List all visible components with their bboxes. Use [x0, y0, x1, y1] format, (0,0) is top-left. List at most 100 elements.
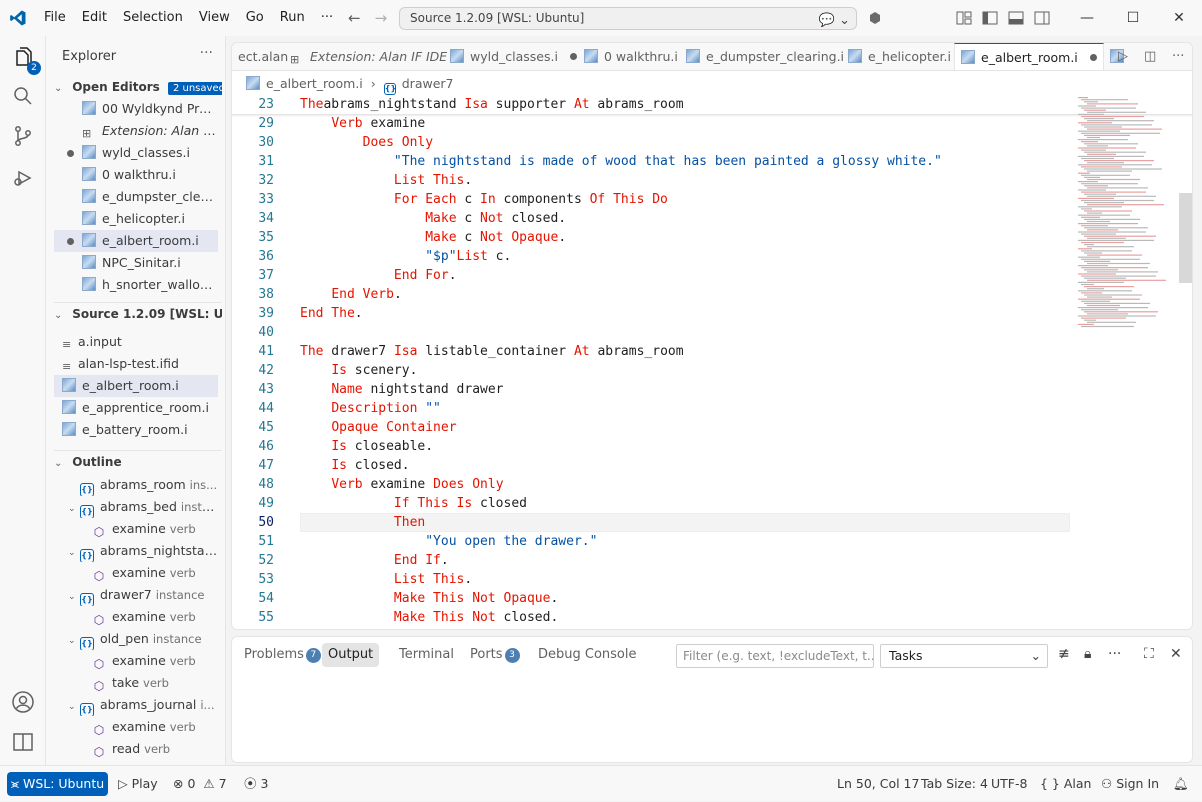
- outline-item[interactable]: ⌄ {} drawer7 instance: [54, 584, 218, 606]
- open-editor-item[interactable]: 0 walkthru.i: [54, 164, 218, 186]
- close-window-icon[interactable]: ✕: [1156, 0, 1202, 36]
- minimap-line: [1078, 231, 1146, 233]
- outline-item[interactable]: ⬡ examine verb: [54, 650, 218, 672]
- command-center[interactable]: Source 1.2.09 [WSL: Ubuntu] 💬 ⌄: [399, 7, 857, 30]
- minimap-line: [1084, 294, 1142, 296]
- run-icon[interactable]: ▷: [1118, 49, 1128, 64]
- output-channel-select[interactable]: Tasks ⌄: [880, 644, 1048, 668]
- lock-scroll-icon[interactable]: 🔒︎: [1084, 646, 1091, 662]
- editor-tab[interactable]: ⊞ Extension: Alan IF IDE: [284, 43, 447, 70]
- accounts-icon[interactable]: [9, 688, 37, 716]
- outline-item[interactable]: ⌄ {} abrams_journal i...: [54, 694, 218, 716]
- open-editors-header[interactable]: ⌄ Open Editors 2 unsaved: [54, 76, 222, 98]
- toggle-panel-icon[interactable]: [1008, 11, 1024, 25]
- maximize-icon[interactable]: ☐: [1110, 0, 1156, 36]
- menu-item[interactable]: Run: [272, 0, 313, 36]
- outline-item[interactable]: ⌄ {} abrams_nightstan...: [54, 540, 218, 562]
- remote-indicator[interactable]: ⪤ WSL: Ubuntu: [7, 772, 108, 796]
- source-control-icon[interactable]: [9, 122, 37, 150]
- toggle-secondary-sidebar-icon[interactable]: [1034, 11, 1050, 25]
- accounts-shield-icon[interactable]: [868, 11, 882, 25]
- language-mode[interactable]: { } Alan: [1040, 766, 1091, 802]
- file-tree-item[interactable]: ≡ a.input: [54, 331, 218, 353]
- output-filter-input[interactable]: Filter (e.g. text, !excludeText, t...: [676, 644, 874, 668]
- minimize-icon[interactable]: —: [1064, 0, 1110, 36]
- panel-tab-terminal[interactable]: Terminal: [393, 643, 460, 667]
- open-editor-item[interactable]: e_albert_room.i: [54, 230, 218, 252]
- toggle-primary-sidebar-icon[interactable]: [982, 11, 998, 25]
- play-button[interactable]: ▷ Play: [118, 766, 158, 802]
- menu-item[interactable]: View: [191, 0, 238, 36]
- keyword-token: Not Opaque: [480, 230, 559, 245]
- file-tree-item[interactable]: e_albert_room.i: [54, 375, 218, 397]
- run-debug-icon[interactable]: [9, 164, 37, 192]
- outline-item[interactable]: ⌄ {} abrams_bed insta...: [54, 496, 218, 518]
- file-tree-item[interactable]: ≡ alan-lsp-test.ifid: [54, 353, 218, 375]
- outline-item[interactable]: ⬡ examine verb: [54, 518, 218, 540]
- editor-tab[interactable]: wyld_classes.i: [444, 43, 578, 70]
- file-tree-item[interactable]: e_apprentice_room.i: [54, 397, 218, 419]
- editor-tab[interactable]: e_albert_room.i: [954, 43, 1104, 70]
- ports-indicator[interactable]: ⦿ 3: [244, 766, 268, 802]
- sign-in[interactable]: ⚇ Sign In: [1101, 766, 1159, 802]
- back-arrow-icon[interactable]: ←: [348, 9, 361, 27]
- cursor-position[interactable]: Ln 50, Col 17: [837, 766, 919, 802]
- menu-item[interactable]: ···: [313, 0, 341, 36]
- editor-tab-partial[interactable]: [1104, 43, 1124, 70]
- minimap[interactable]: [1078, 95, 1178, 335]
- outline-item[interactable]: ⬡ examine verb: [54, 562, 218, 584]
- minimap-line: [1084, 302, 1150, 304]
- panel-tab-problems[interactable]: Problems 7: [238, 643, 327, 667]
- folder-header[interactable]: ⌄ Source 1.2.09 [WSL: Ub...: [54, 302, 222, 324]
- explorer-icon[interactable]: 2: [9, 44, 41, 75]
- outline-item[interactable]: ⬡ read verb: [54, 738, 218, 760]
- menu-item[interactable]: Selection: [115, 0, 191, 36]
- menu-item[interactable]: File: [36, 0, 74, 36]
- open-editor-item[interactable]: 00 Wyldkynd Proj...: [54, 98, 218, 120]
- file-tree-label: alan-lsp-test.ifid: [78, 356, 179, 371]
- editor-tab[interactable]: 0 walkthru.i: [578, 43, 680, 70]
- editor-tab[interactable]: ect.alan: [232, 43, 288, 70]
- panel-tab-ports[interactable]: Ports 3: [464, 643, 526, 667]
- forward-arrow-icon[interactable]: →: [375, 9, 388, 27]
- outline-item[interactable]: ⌄ {} old_pen instance: [54, 628, 218, 650]
- close-panel-icon[interactable]: ✕: [1170, 646, 1182, 662]
- customize-layout-icon[interactable]: [956, 11, 972, 25]
- outline-header[interactable]: ⌄ Outline: [54, 450, 222, 472]
- editor-tab[interactable]: e_dumpster_clearing.i: [680, 43, 844, 70]
- outline-item[interactable]: ⬡ take verb: [54, 672, 218, 694]
- vertical-scrollbar[interactable]: [1179, 193, 1192, 283]
- tab-size[interactable]: Tab Size: 4: [921, 766, 988, 802]
- open-editor-item[interactable]: e_helicopter.i: [54, 208, 218, 230]
- manage-layout-icon[interactable]: [9, 728, 37, 756]
- menu-item[interactable]: Go: [238, 0, 272, 36]
- search-icon[interactable]: [9, 82, 37, 110]
- copilot-chat-icon[interactable]: 💬 ⌄: [819, 10, 850, 31]
- menu-item[interactable]: Edit: [74, 0, 115, 36]
- problems-indicator[interactable]: ⊗ 0 ⚠ 7: [173, 766, 227, 802]
- breadcrumb-file[interactable]: e_albert_room.i: [266, 76, 363, 91]
- maximize-panel-icon[interactable]: ⛶: [1144, 646, 1154, 662]
- panel-tab-output[interactable]: Output: [322, 643, 380, 667]
- file-tree-item[interactable]: e_battery_room.i: [54, 419, 218, 441]
- open-editor-item[interactable]: ⊞ Extension: Alan IF ...: [54, 120, 218, 142]
- split-editor-icon[interactable]: ◫: [1144, 49, 1156, 64]
- line-text: Is closed.: [300, 456, 409, 475]
- more-actions-icon[interactable]: ···: [1108, 646, 1121, 662]
- open-editor-item[interactable]: NPC_Sinitar.i: [54, 252, 218, 274]
- open-editor-item[interactable]: h_snorter_wallows.i: [54, 274, 218, 296]
- outline-item[interactable]: ⬡ examine verb: [54, 606, 218, 628]
- editor-tab[interactable]: e_helicopter.i: [842, 43, 954, 70]
- outline-item[interactable]: ⬡ examine verb: [54, 716, 218, 738]
- outline-item[interactable]: {} abrams_room ins...: [54, 474, 218, 496]
- breadcrumb-symbol[interactable]: drawer7: [402, 76, 454, 91]
- more-actions-icon[interactable]: ···: [200, 45, 213, 61]
- alan-file-icon: [848, 49, 862, 63]
- notifications-bell-icon[interactable]: 🔔︎: [1173, 766, 1189, 802]
- clear-output-icon[interactable]: ≢: [1058, 646, 1070, 662]
- open-editor-item[interactable]: e_dumpster_cleari...: [54, 186, 218, 208]
- panel-tab-debug-console[interactable]: Debug Console: [532, 643, 643, 667]
- open-editor-item[interactable]: wyld_classes.i: [54, 142, 218, 164]
- more-actions-icon[interactable]: ···: [1172, 49, 1184, 64]
- encoding[interactable]: UTF-8: [991, 766, 1027, 802]
